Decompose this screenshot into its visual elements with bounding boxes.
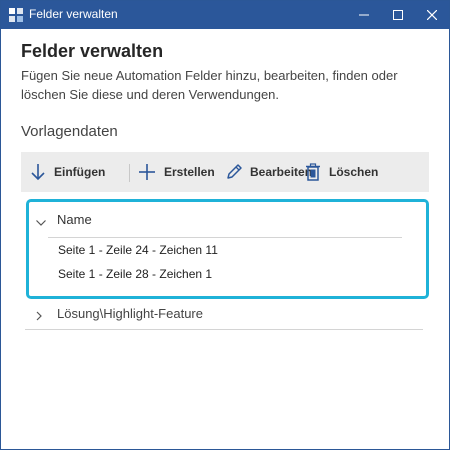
- chevron-right-icon[interactable]: [35, 309, 43, 327]
- close-button[interactable]: [415, 1, 449, 29]
- insert-button[interactable]: Einfügen: [25, 152, 125, 192]
- edit-button[interactable]: Bearbeiten: [225, 152, 315, 192]
- title-bar[interactable]: Felder verwalten: [1, 1, 449, 29]
- arrow-down-icon: [29, 163, 47, 186]
- create-label: Erstellen: [164, 165, 215, 179]
- minimize-button[interactable]: [347, 1, 381, 29]
- page-description: Fügen Sie neue Automation Felder hinzu, …: [21, 68, 398, 102]
- trash-icon: [305, 163, 321, 186]
- maximize-button[interactable]: [381, 1, 415, 29]
- app-icon: [9, 8, 23, 22]
- edit-label: Bearbeiten: [250, 165, 313, 179]
- pencil-icon: [225, 163, 243, 186]
- chevron-down-icon[interactable]: [35, 215, 47, 233]
- tree-group-divider: [48, 237, 402, 238]
- tree-group-title: Name: [57, 212, 92, 227]
- page-title: Felder verwalten: [21, 41, 164, 61]
- delete-label: Löschen: [329, 165, 379, 179]
- minimize-icon: [359, 14, 369, 16]
- tree-item-label: Lösung\Highlight-Feature: [57, 306, 203, 321]
- tree-group-name[interactable]: Name Seite 1 - Zeile 24 - Zeichen 11 Sei…: [26, 199, 429, 299]
- delete-button[interactable]: Löschen: [305, 152, 379, 192]
- insert-label: Einfügen: [54, 165, 106, 179]
- tree-item[interactable]: Seite 1 - Zeile 28 - Zeichen 1: [58, 267, 212, 281]
- tree-group-collapsed[interactable]: Lösung\Highlight-Feature: [25, 303, 423, 330]
- dialog-window: Felder verwalten Felder verwalten Fügen …: [0, 0, 450, 450]
- create-button[interactable]: Erstellen: [135, 152, 215, 192]
- maximize-icon: [393, 10, 403, 20]
- toolbar-divider: [129, 164, 130, 182]
- window-title: Felder verwalten: [29, 7, 118, 21]
- section-label: Vorlagendaten: [21, 123, 118, 140]
- plus-icon: [138, 163, 156, 186]
- close-icon: [427, 10, 437, 20]
- tree-item[interactable]: Seite 1 - Zeile 24 - Zeichen 11: [58, 243, 218, 257]
- toolbar: Einfügen Erstellen Bearbeiten Löschen: [21, 152, 429, 192]
